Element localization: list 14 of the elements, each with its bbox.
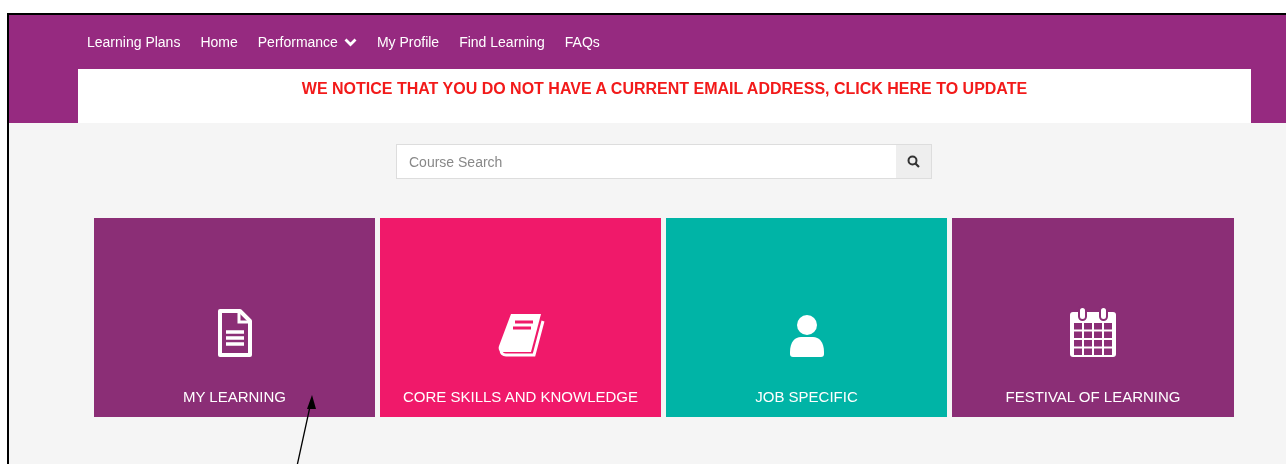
category-tile[interactable]: FESTIVAL OF LEARNING: [952, 218, 1234, 417]
document-icon: [216, 308, 253, 358]
nav-link[interactable]: Find Learning: [459, 31, 545, 53]
book-icon: [496, 312, 545, 358]
chevron-down-icon: [343, 37, 357, 47]
nav-link[interactable]: Home: [200, 31, 238, 53]
nav-link[interactable]: Performance: [257, 31, 357, 53]
category-tile[interactable]: MY LEARNING: [94, 218, 375, 417]
person-icon: [787, 314, 826, 358]
nav-link[interactable]: Learning Plans: [87, 31, 181, 53]
calendar-icon: [1069, 306, 1117, 358]
nav-link[interactable]: My Profile: [376, 31, 440, 53]
nav-link[interactable]: FAQs: [564, 31, 600, 53]
category-tile[interactable]: CORE SKILLS AND KNOWLEDGE: [380, 218, 661, 417]
